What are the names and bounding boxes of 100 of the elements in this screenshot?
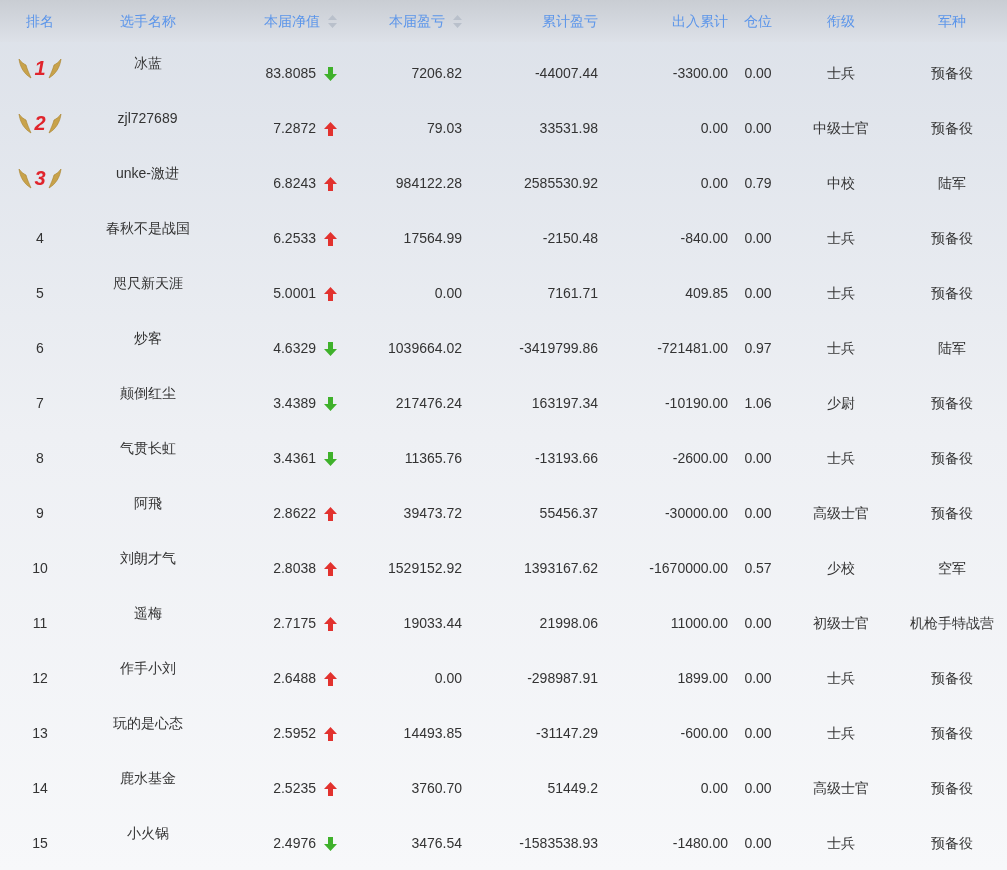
- table-cell-text: -1583538.93: [519, 834, 598, 853]
- player-name[interactable]: 作手小刘: [119, 658, 176, 679]
- sort-icon[interactable]: [453, 14, 462, 28]
- table-cell-text: 7161.71: [547, 284, 598, 303]
- player-name[interactable]: 鹿水基金: [119, 768, 176, 789]
- table-cell-text: 4.6329: [273, 339, 316, 358]
- table-cell-text: -3419799.86: [519, 339, 598, 358]
- table-cell-text: 2.8038: [273, 559, 316, 578]
- table-cell-text: -600.00: [680, 724, 728, 743]
- player-name[interactable]: 炒客: [133, 328, 162, 349]
- rank-medal: 2: [18, 111, 62, 134]
- player-name[interactable]: 气贯长虹: [119, 438, 176, 459]
- table-cell-text: -1480.00: [672, 834, 728, 853]
- player-name[interactable]: zjl727689: [117, 108, 178, 129]
- rank-number: 13: [32, 724, 48, 743]
- table-cell-text: -30000.00: [664, 504, 728, 523]
- table-cell-text: 机枪手特战营: [910, 614, 994, 633]
- table-cell-text: 0.00: [434, 669, 462, 688]
- table-cell-text: 高级士官: [812, 504, 869, 523]
- column-header: 累计盈亏: [542, 11, 598, 31]
- table-cell-text: -44007.44: [534, 64, 598, 83]
- table-cell-text: 1393167.62: [524, 559, 598, 578]
- table-cell-text: 17564.99: [403, 229, 462, 248]
- table-cell-text: 2.5235: [273, 779, 316, 798]
- table-cell-text: 士兵: [826, 669, 855, 688]
- rank-number: 15: [32, 834, 48, 853]
- table-cell-text: 0.00: [744, 614, 772, 633]
- wing-icon: [47, 111, 62, 134]
- table-cell-text: 19033.44: [403, 614, 462, 633]
- table-cell-text: 3476.54: [411, 834, 462, 853]
- player-name[interactable]: 小火锅: [126, 823, 169, 844]
- rank-number: 10: [32, 559, 48, 578]
- table-cell-text: 士兵: [826, 834, 855, 853]
- table-cell-text: 中校: [826, 174, 855, 193]
- rank-number: 6: [36, 339, 44, 358]
- table-cell-text: 83.8085: [265, 64, 316, 83]
- table-cell-text: 5.0001: [273, 284, 316, 303]
- rank-number: 8: [36, 449, 44, 468]
- table-cell-text: 33531.98: [539, 119, 598, 138]
- player-name[interactable]: 春秋不是战国: [105, 218, 190, 239]
- table-cell-text: -31147.29: [536, 724, 598, 743]
- table-cell-text: 中级士官: [812, 119, 869, 138]
- table-cell-text: 预备役: [931, 724, 973, 743]
- table-cell-text: 2.6488: [273, 669, 316, 688]
- rank-medal: 1: [18, 56, 62, 79]
- wing-icon: [18, 56, 33, 79]
- player-name[interactable]: 刘朗才气: [119, 548, 176, 569]
- table-cell-text: 0.00: [744, 669, 772, 688]
- table-cell-text: 3.4361: [273, 449, 316, 468]
- table-cell-text: 陆军: [938, 339, 966, 358]
- table-cell-text: -840.00: [680, 229, 728, 248]
- table-cell-text: 11365.76: [404, 449, 462, 468]
- table-cell-text: 2.5952: [273, 724, 316, 743]
- table-cell-text: -2600.00: [672, 449, 728, 468]
- column-header: 排名: [26, 11, 54, 31]
- table-cell-text: 0.00: [744, 64, 772, 83]
- player-name[interactable]: unke-激进: [116, 163, 179, 184]
- rank-number: 11: [32, 614, 48, 633]
- sort-icon[interactable]: [328, 14, 337, 28]
- player-name[interactable]: 冰蓝: [133, 53, 162, 74]
- player-name[interactable]: 阿飛: [133, 493, 162, 514]
- table-cell-text: 0.00: [744, 504, 772, 523]
- table-cell-text: 0.00: [744, 779, 772, 798]
- table-cell-text: 士兵: [826, 284, 855, 303]
- wing-icon: [18, 166, 33, 189]
- table-cell-text: 1.06: [744, 394, 772, 413]
- table-cell-text: 士兵: [826, 229, 855, 248]
- table-cell-text: 预备役: [931, 834, 973, 853]
- table-cell-text: 409.85: [685, 284, 728, 303]
- table-cell-text: 0.00: [744, 229, 772, 248]
- player-name[interactable]: 遥梅: [133, 603, 162, 624]
- wing-icon: [18, 111, 33, 134]
- table-cell-text: 少尉: [826, 394, 855, 413]
- table-cell-text: 预备役: [931, 119, 973, 138]
- table-cell-text: 217476.24: [395, 394, 462, 413]
- rank-number: 7: [36, 394, 44, 413]
- table-cell-text: -3300.00: [672, 64, 728, 83]
- table-cell-text: 2585530.92: [524, 174, 598, 193]
- table-cell-text: 0.00: [744, 834, 772, 853]
- wing-icon: [47, 56, 62, 79]
- player-name[interactable]: 咫尺新天涯: [112, 273, 183, 294]
- table-cell-text: 51449.2: [547, 779, 598, 798]
- table-cell-text: 3.4389: [273, 394, 316, 413]
- column-header: 选手名称: [119, 11, 176, 31]
- table-cell-text: 士兵: [826, 339, 855, 358]
- table-cell-text: -2150.48: [542, 229, 598, 248]
- table-cell-text: 0.00: [700, 174, 728, 193]
- table-cell-text: 0.00: [744, 724, 772, 743]
- table-cell-text: 2.4976: [273, 834, 316, 853]
- table-cell-text: 预备役: [931, 504, 973, 523]
- table-cell-text: 少校: [826, 559, 855, 578]
- column-header: 军种: [938, 11, 966, 31]
- table-cell-text: 0.00: [744, 119, 772, 138]
- player-name[interactable]: 玩的是心态: [112, 713, 183, 734]
- player-name[interactable]: 颠倒红尘: [119, 383, 176, 404]
- rank-number: 4: [36, 229, 44, 248]
- rank-number: 5: [36, 284, 44, 303]
- table-cell-text: 7206.82: [411, 64, 462, 83]
- table-cell-text: -1670000.00: [649, 559, 728, 578]
- table-cell-text: 6.8243: [273, 174, 316, 193]
